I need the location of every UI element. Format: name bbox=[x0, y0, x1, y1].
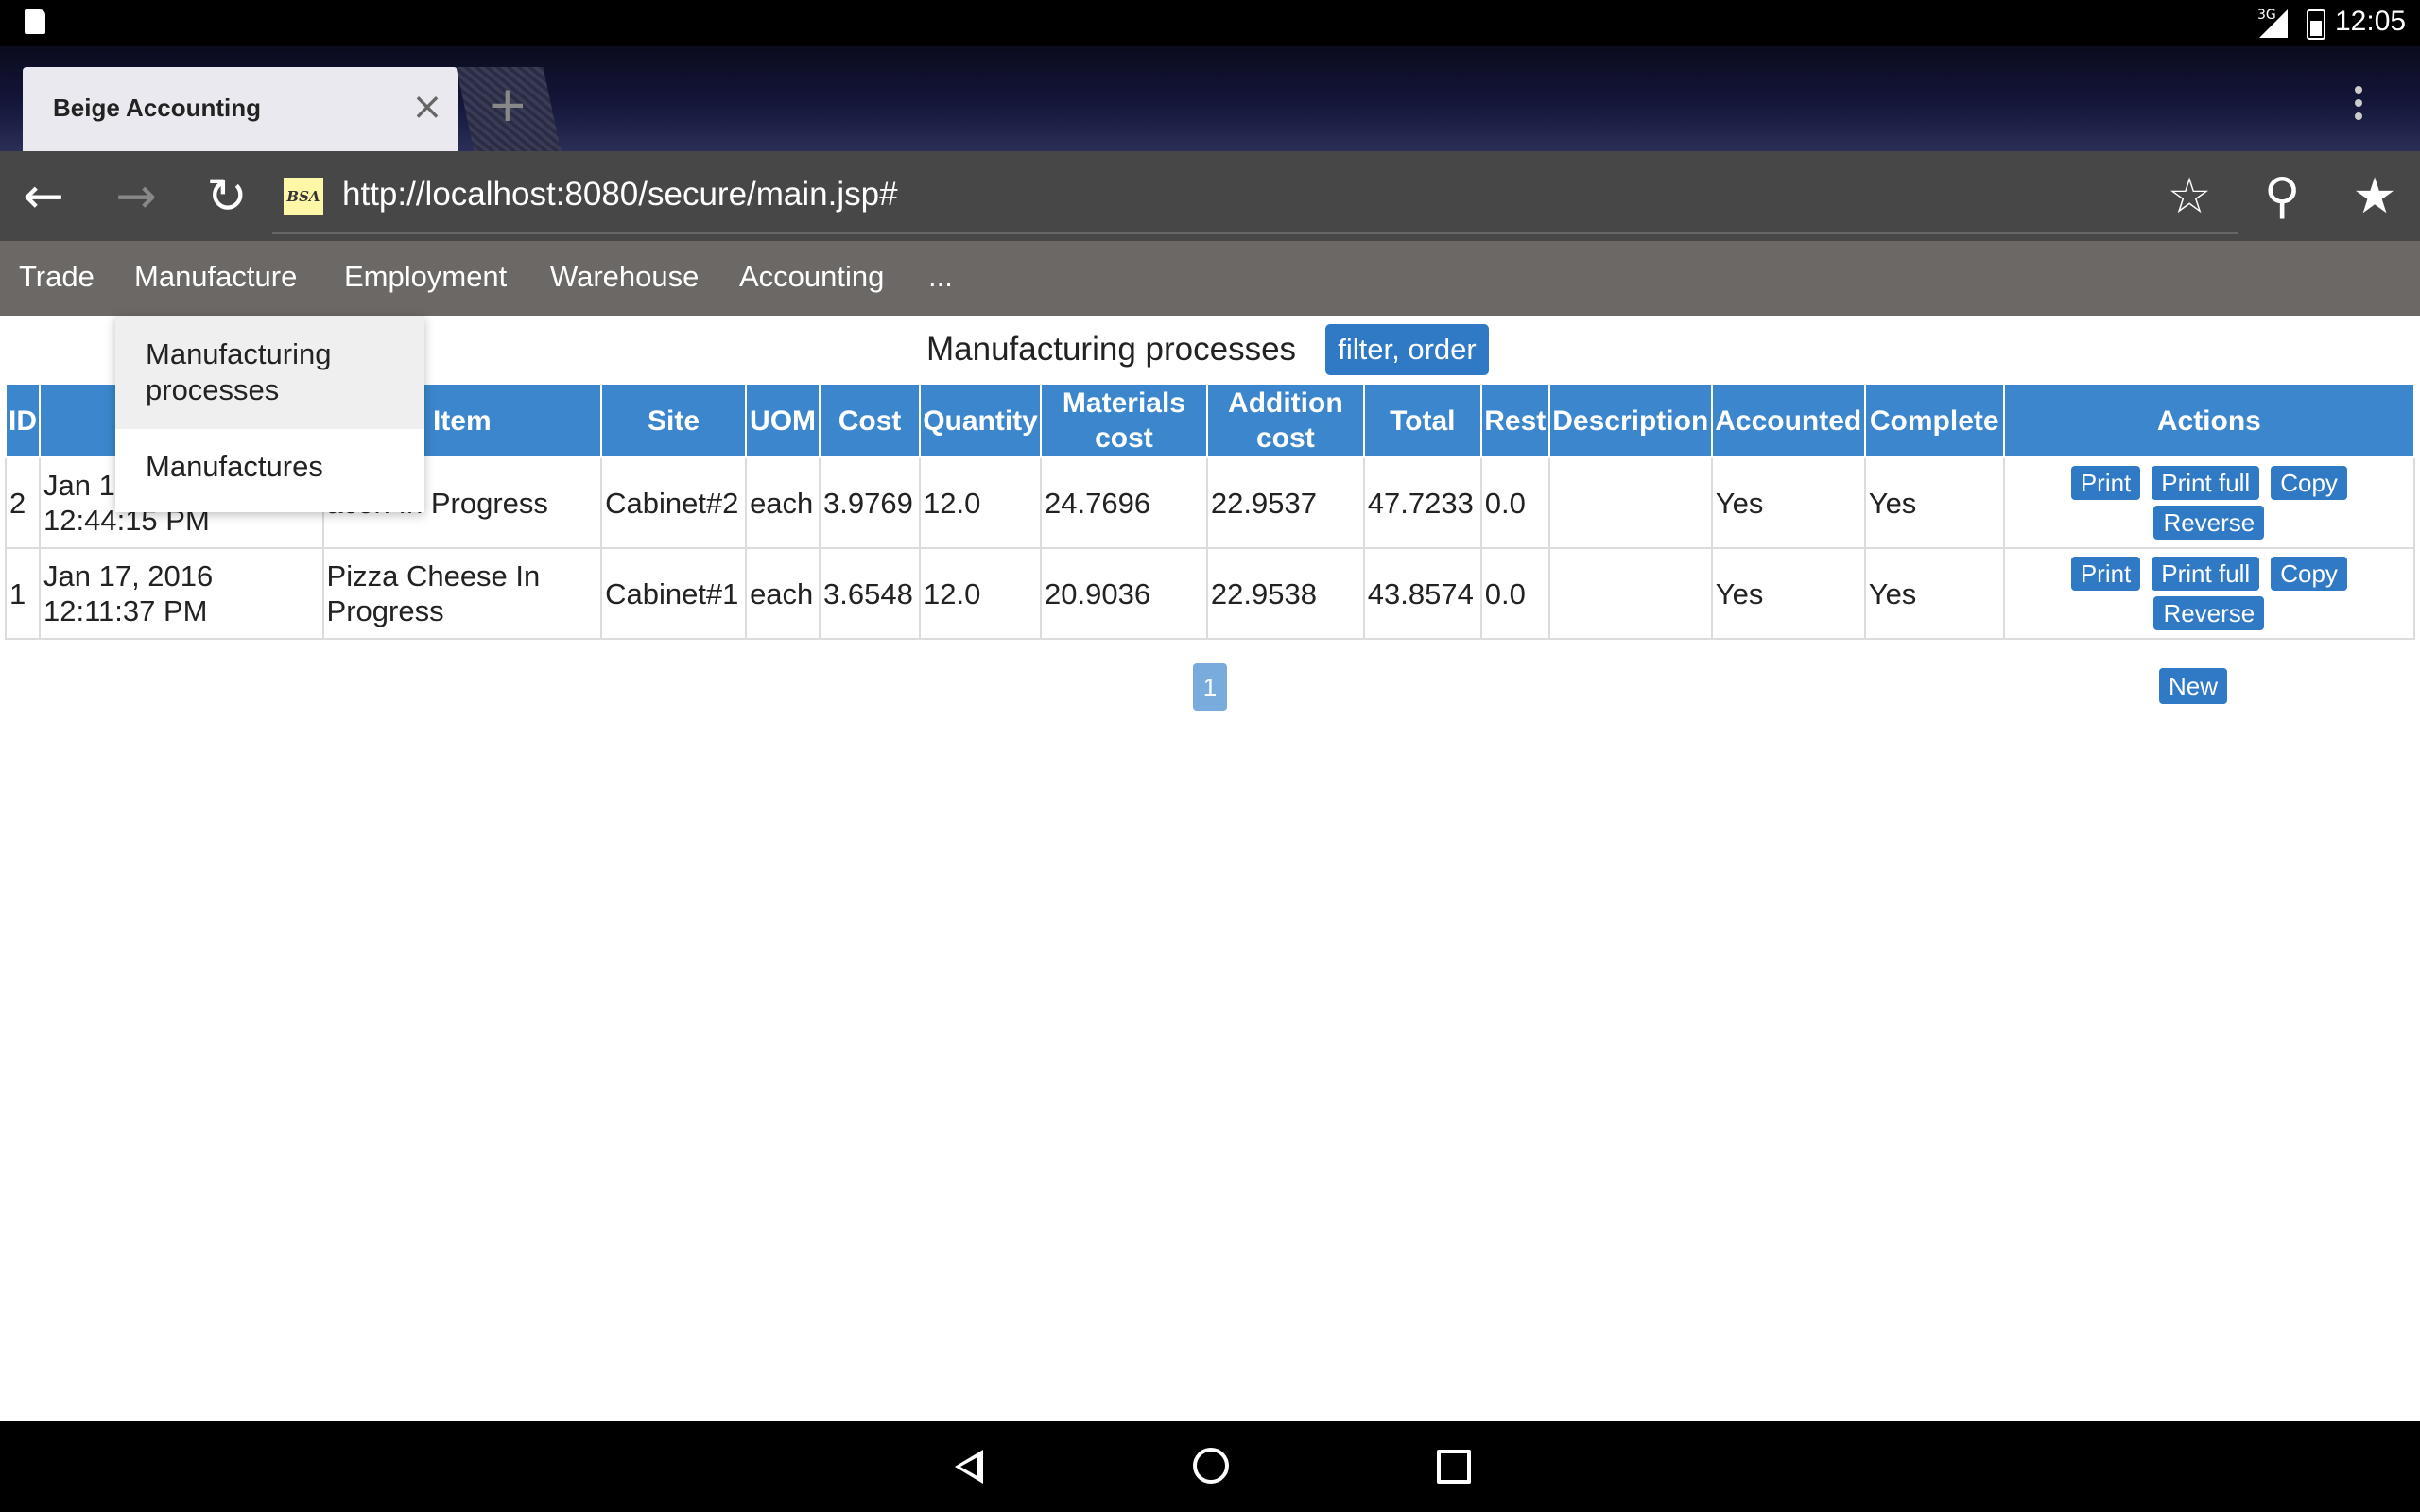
cell-id: 2 bbox=[5, 456, 41, 549]
cell-addition-cost: 22.9538 bbox=[1205, 547, 1365, 640]
cell-accounted: Yes bbox=[1710, 547, 1866, 640]
address-bar[interactable]: http://localhost:8080/secure/main.jsp# bbox=[342, 176, 898, 214]
star-icon[interactable]: ☆ bbox=[2163, 170, 2216, 223]
clock: 12:05 bbox=[2335, 6, 2407, 37]
nav-home-icon[interactable] bbox=[1193, 1448, 1229, 1484]
header-addition-cost: Addition cost bbox=[1205, 383, 1365, 458]
filter-order-button[interactable]: filter, order bbox=[1325, 324, 1489, 375]
address-bar-underline bbox=[272, 232, 2238, 234]
cell-total: 43.8574 bbox=[1362, 547, 1482, 640]
nav-item-employment[interactable]: Employment bbox=[344, 260, 507, 294]
app-menu-bar: Trade Manufacture Employment Warehouse A… bbox=[0, 241, 2420, 316]
browser-toolbar: ← → ↻ BSA http://localhost:8080/secure/m… bbox=[0, 151, 2420, 241]
cell-accounted: Yes bbox=[1710, 456, 1866, 549]
cell-rest: 0.0 bbox=[1479, 547, 1550, 640]
browser-tab[interactable]: Beige Accounting × bbox=[23, 67, 458, 151]
nav-item-more[interactable]: ... bbox=[928, 260, 953, 294]
bookmark-icon[interactable]: ★ bbox=[2348, 170, 2401, 223]
cell-date-day: Jan 1 bbox=[43, 469, 115, 502]
network-type: 3G bbox=[2257, 8, 2276, 23]
menu-item-manufacturing-processes[interactable]: Manufacturing processes bbox=[115, 316, 424, 429]
table-row: 1 Jan 17, 2016 12:11:37 PM Pizza Cheese I… bbox=[5, 547, 2416, 640]
print-button[interactable]: Print bbox=[2070, 466, 2141, 500]
cell-cost: 3.9769 bbox=[819, 456, 922, 549]
header-quantity: Quantity bbox=[919, 383, 1043, 458]
sd-card-icon bbox=[25, 9, 45, 34]
new-button[interactable]: New bbox=[2159, 668, 2227, 704]
forward-arrow-icon[interactable]: → bbox=[110, 170, 163, 223]
system-navigation-bar bbox=[0, 1421, 2420, 1512]
close-tab-icon[interactable]: × bbox=[408, 88, 446, 126]
copy-button[interactable]: Copy bbox=[2271, 557, 2347, 591]
cell-id: 1 bbox=[5, 547, 41, 640]
header-site: Site bbox=[600, 383, 748, 458]
cell-total: 47.7233 bbox=[1362, 456, 1482, 549]
header-materials-cost: Materials cost bbox=[1040, 383, 1208, 458]
site-favicon: BSA bbox=[284, 178, 323, 215]
header-rest: Rest bbox=[1479, 383, 1550, 458]
copy-button[interactable]: Copy bbox=[2271, 466, 2347, 500]
nav-recents-icon[interactable] bbox=[1437, 1450, 1471, 1484]
battery-icon bbox=[2307, 9, 2325, 40]
header-uom: UOM bbox=[745, 383, 821, 458]
menu-item-label: Manufactures bbox=[146, 450, 323, 483]
cell-actions: Print Print full Copy Reverse bbox=[2002, 547, 2416, 640]
cell-complete: Yes bbox=[1863, 547, 2005, 640]
plus-icon: + bbox=[487, 77, 528, 133]
nav-item-warehouse[interactable]: Warehouse bbox=[550, 260, 699, 294]
cell-quantity: 12.0 bbox=[919, 547, 1043, 640]
cell-actions: Print Print full Copy Reverse bbox=[2002, 456, 2416, 549]
nav-item-manufacture[interactable]: Manufacture bbox=[134, 260, 297, 294]
header-accounted: Accounted bbox=[1710, 383, 1866, 458]
cell-date-time: 12:11:37 PM bbox=[43, 594, 208, 627]
cell-item: Pizza Cheese In Progress bbox=[321, 547, 603, 640]
overflow-menu-icon[interactable] bbox=[2344, 80, 2373, 137]
cell-date: Jan 17, 2016 12:11:37 PM bbox=[39, 547, 324, 640]
header-total: Total bbox=[1362, 383, 1482, 458]
header-id: ID bbox=[5, 383, 41, 458]
cell-date-day: Jan 17, 2016 bbox=[43, 559, 214, 593]
cell-rest: 0.0 bbox=[1479, 456, 1550, 549]
page-title: Manufacturing processes bbox=[926, 331, 1297, 368]
cell-site: Cabinet#1 bbox=[600, 547, 748, 640]
cell-description bbox=[1547, 547, 1713, 640]
nav-item-accounting[interactable]: Accounting bbox=[739, 260, 884, 294]
header-description: Description bbox=[1547, 383, 1713, 458]
cell-materials-cost: 20.9036 bbox=[1040, 547, 1208, 640]
header-actions: Actions bbox=[2002, 383, 2416, 458]
print-full-button[interactable]: Print full bbox=[2152, 466, 2260, 500]
tab-title: Beige Accounting bbox=[53, 94, 262, 122]
reverse-button[interactable]: Reverse bbox=[2153, 596, 2265, 630]
pagination-page-1[interactable]: 1 bbox=[1193, 663, 1227, 711]
header-complete: Complete bbox=[1863, 383, 2005, 458]
nav-item-trade[interactable]: Trade bbox=[19, 260, 95, 294]
reverse-button[interactable]: Reverse bbox=[2153, 506, 2265, 540]
cell-uom: each bbox=[745, 547, 821, 640]
print-full-button[interactable]: Print full bbox=[2152, 557, 2260, 591]
new-tab-button[interactable]: + bbox=[456, 67, 562, 151]
menu-item-manufactures[interactable]: Manufactures bbox=[115, 429, 424, 512]
cell-site: Cabinet#2 bbox=[600, 456, 748, 549]
back-arrow-icon[interactable]: ← bbox=[17, 170, 70, 223]
cell-addition-cost: 22.9537 bbox=[1205, 456, 1365, 549]
reload-icon[interactable]: ↻ bbox=[200, 170, 253, 223]
cell-quantity: 12.0 bbox=[919, 456, 1043, 549]
cell-description bbox=[1547, 456, 1713, 549]
cell-complete: Yes bbox=[1863, 456, 2005, 549]
manufacture-dropdown-menu: Manufacturing processes Manufactures bbox=[115, 316, 424, 512]
menu-item-label: Manufacturing processes bbox=[146, 337, 332, 406]
browser-tab-strip: Beige Accounting × + bbox=[0, 46, 2420, 151]
cell-cost: 3.6548 bbox=[819, 547, 922, 640]
search-icon[interactable]: ⚲ bbox=[2256, 170, 2308, 223]
cell-materials-cost: 24.7696 bbox=[1040, 456, 1208, 549]
print-button[interactable]: Print bbox=[2070, 557, 2141, 591]
nav-back-icon[interactable] bbox=[955, 1450, 983, 1484]
system-status-bar: 3G 12:05 bbox=[0, 0, 2420, 46]
header-cost: Cost bbox=[819, 383, 922, 458]
cell-uom: each bbox=[745, 456, 821, 549]
